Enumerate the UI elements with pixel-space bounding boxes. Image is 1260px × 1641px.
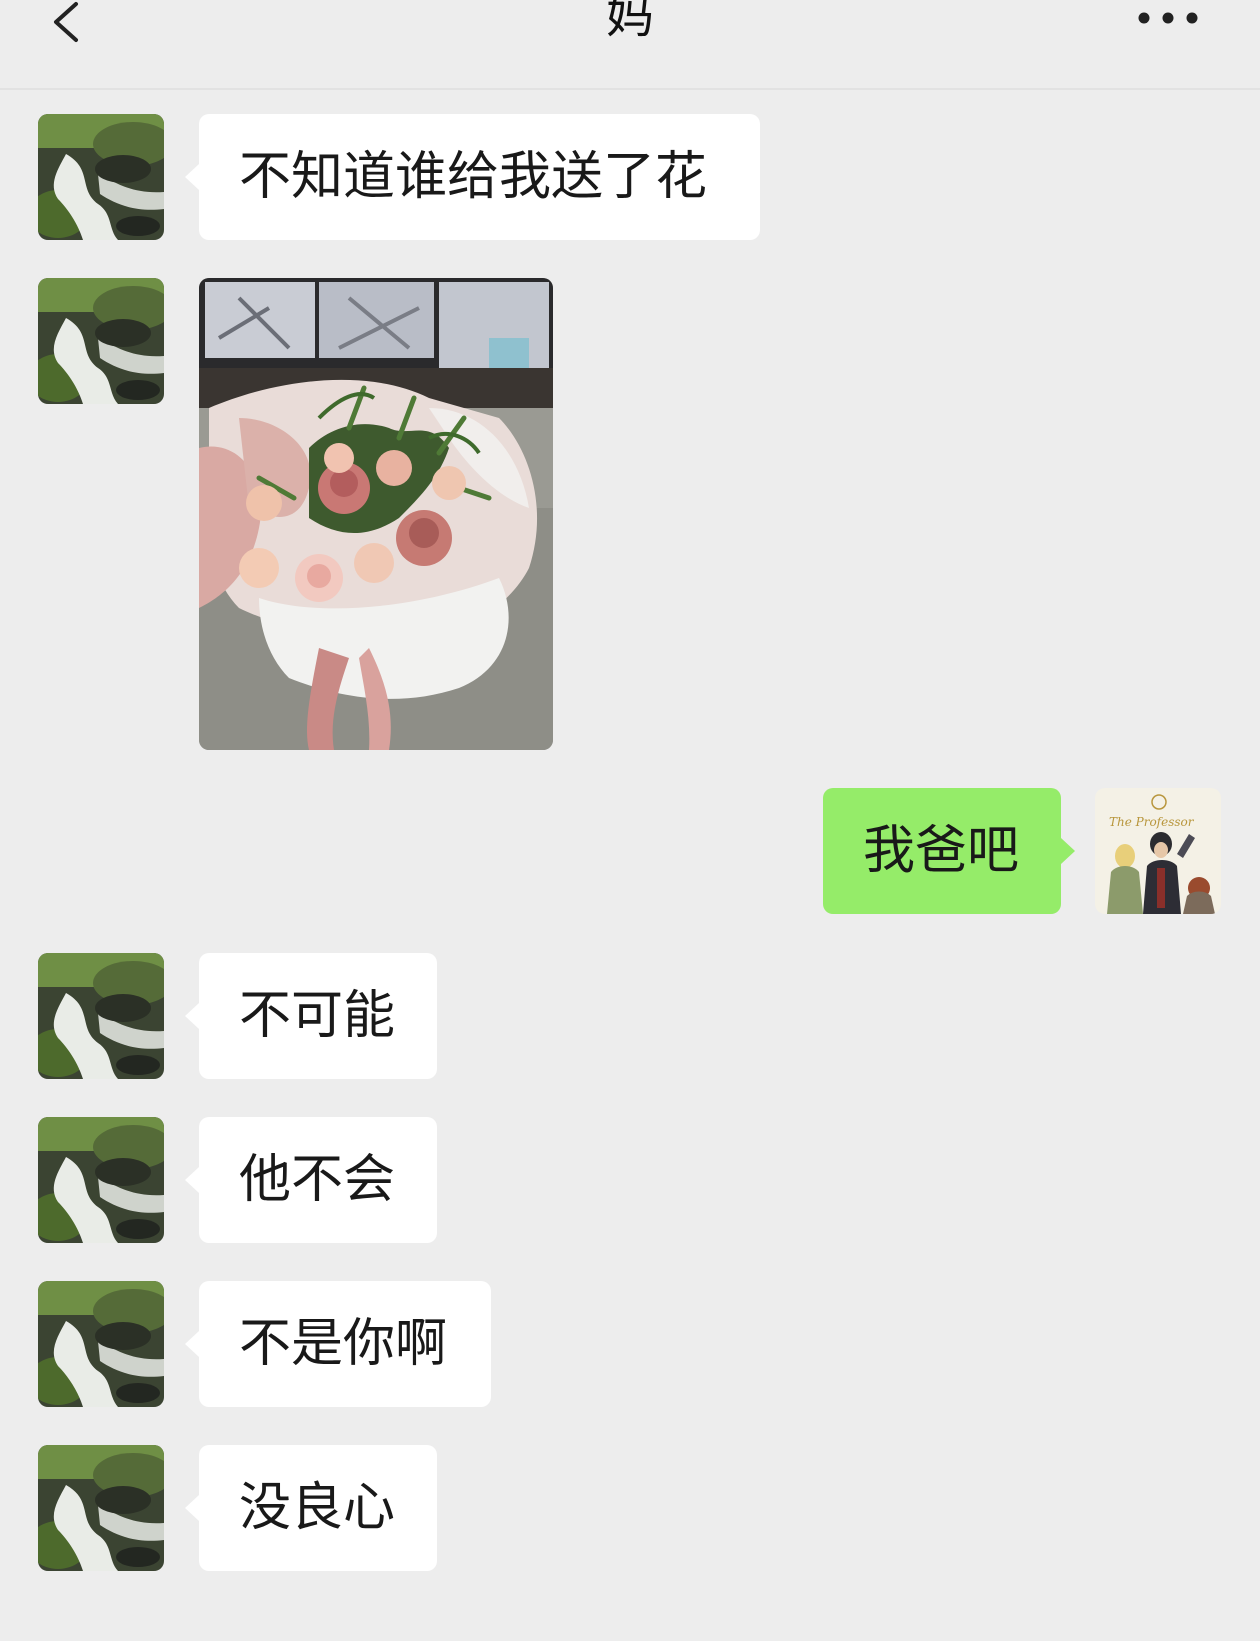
- contact-avatar[interactable]: [38, 953, 164, 1079]
- message-text: 我爸吧: [863, 821, 1020, 881]
- more-button[interactable]: [1134, 6, 1204, 30]
- illustrated-characters-avatar-icon: The Professor: [1095, 788, 1221, 914]
- avatar-caption: The Professor: [1109, 815, 1195, 829]
- message-text: 不可能: [239, 986, 396, 1046]
- contact-avatar[interactable]: [38, 278, 164, 404]
- waterfall-stream-avatar-icon: [38, 278, 164, 404]
- message-text: 不知道谁给我送了花: [239, 147, 708, 207]
- waterfall-stream-avatar-icon: [38, 1281, 164, 1407]
- chat-title: 妈: [605, 0, 654, 44]
- waterfall-stream-avatar-icon: [38, 1117, 164, 1243]
- message-bubble-incoming[interactable]: 没良心: [185, 1445, 437, 1571]
- contact-avatar[interactable]: [38, 1281, 164, 1407]
- contact-avatar[interactable]: [38, 114, 164, 240]
- chat-header: 妈: [0, 0, 1260, 90]
- waterfall-stream-avatar-icon: [38, 953, 164, 1079]
- message-text: 没良心: [239, 1478, 396, 1538]
- message-text: 他不会: [239, 1150, 396, 1210]
- contact-avatar[interactable]: [38, 1445, 164, 1571]
- message-bubble-incoming[interactable]: 他不会: [185, 1117, 437, 1243]
- more-dots-icon: [1138, 12, 1198, 24]
- message-bubble-incoming[interactable]: 不知道谁给我送了花: [185, 114, 760, 240]
- message-bubble-incoming[interactable]: 不是你啊: [185, 1281, 491, 1407]
- message-image[interactable]: [199, 278, 553, 750]
- message-bubble-outgoing[interactable]: 我爸吧: [823, 788, 1075, 914]
- contact-avatar[interactable]: [38, 1117, 164, 1243]
- waterfall-stream-avatar-icon: [38, 1445, 164, 1571]
- message-text: 不是你啊: [239, 1314, 448, 1374]
- self-avatar[interactable]: The Professor: [1095, 788, 1221, 914]
- flower-bouquet-photo-icon: [199, 278, 553, 750]
- message-bubble-incoming[interactable]: 不可能: [185, 953, 437, 1079]
- waterfall-stream-avatar-icon: [38, 114, 164, 240]
